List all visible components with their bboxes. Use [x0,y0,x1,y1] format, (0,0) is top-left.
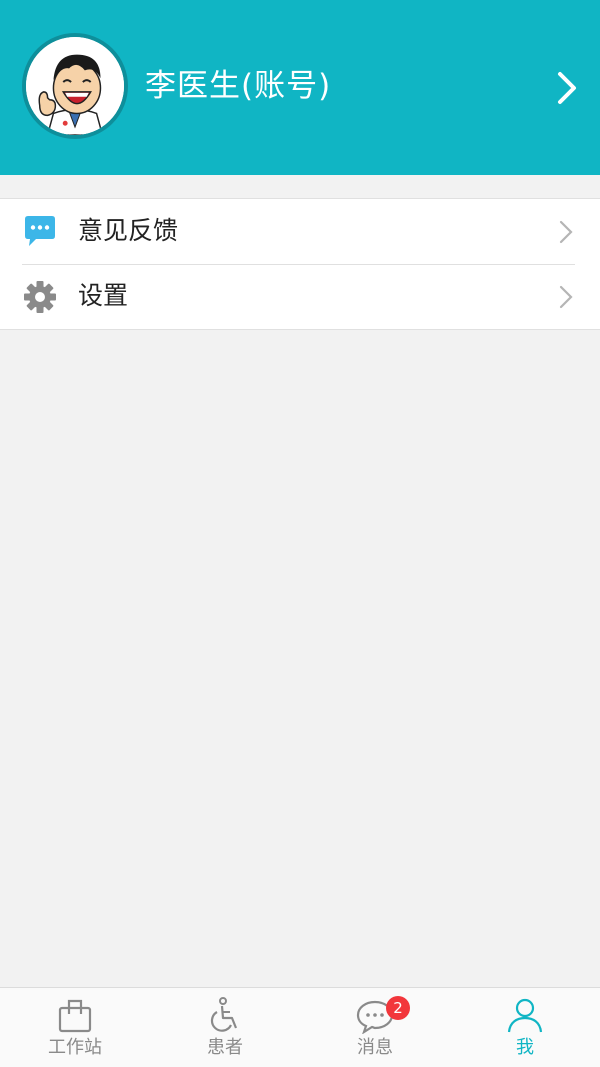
briefcase-icon [58,999,92,1033]
menu-list: 意见反馈 设置 [0,198,600,330]
bottom-tab-bar: 工作站 患者 消息 2 我 [0,987,600,1067]
avatar[interactable] [22,33,128,139]
app-screen: 李医生(账号) 意见反馈 设置 工作站 患者 消息 2 我 [0,0,600,1067]
tab-label: 消息 [357,1037,393,1058]
tab-label: 患者 [207,1037,243,1058]
tab-patients[interactable]: 患者 [150,988,300,1067]
chevron-right-icon [559,285,573,309]
person-icon [507,998,543,1033]
cartoon-doctor-avatar-icon [26,37,124,135]
menu-item-feedback[interactable]: 意见反馈 [0,199,600,264]
unread-badge: 2 [386,996,410,1020]
menu-item-label: 意见反馈 [78,216,179,245]
feedback-chat-icon [25,216,55,246]
gear-icon [24,281,56,313]
profile-name: 李医生(账号) [145,68,332,104]
tab-label: 我 [516,1037,534,1058]
profile-header[interactable]: 李医生(账号) [0,0,600,175]
menu-item-settings[interactable]: 设置 [0,264,600,329]
tab-messages[interactable]: 消息 2 [300,988,450,1067]
wheelchair-icon [210,997,238,1032]
tab-label: 工作站 [48,1037,102,1058]
chevron-right-icon[interactable] [550,68,582,108]
chevron-right-icon [559,220,573,244]
tab-me[interactable]: 我 [450,988,600,1067]
menu-item-label: 设置 [78,281,129,310]
tab-workstation[interactable]: 工作站 [0,988,150,1067]
